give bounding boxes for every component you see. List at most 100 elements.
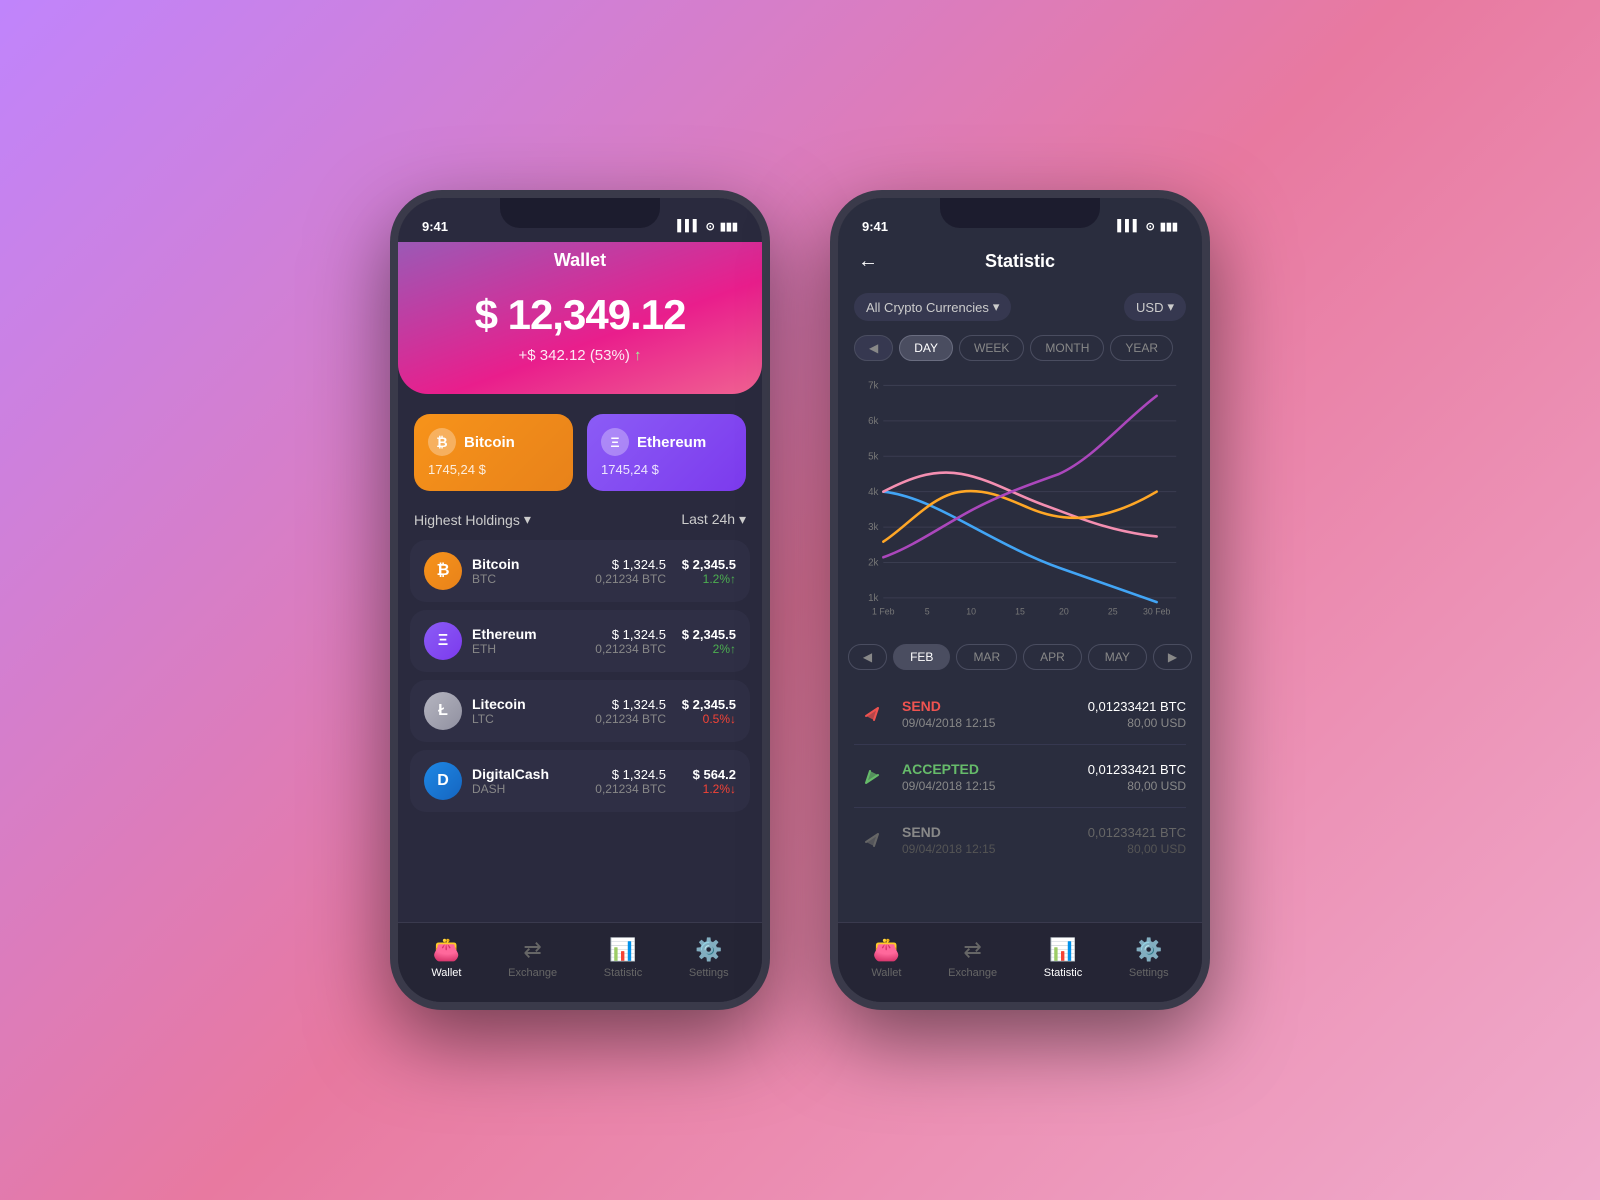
nav-settings-stat[interactable]: ⚙️ Settings bbox=[1117, 931, 1181, 985]
month-apr[interactable]: APR bbox=[1023, 644, 1082, 670]
tx-item-send1[interactable]: SEND 09/04/2018 12:15 0,01233421 BTC 80,… bbox=[854, 684, 1186, 745]
time-tab-week[interactable]: WEEK bbox=[959, 335, 1024, 361]
tx-amount-send1: 0,01233421 BTC 80,00 USD bbox=[1088, 699, 1186, 730]
ethereum-icon: Ξ bbox=[601, 428, 629, 456]
svg-text:7k: 7k bbox=[868, 380, 879, 391]
send-icon-1 bbox=[854, 696, 890, 732]
signal-icon-stat: ▌▌▌ bbox=[1117, 220, 1140, 232]
nav-statistic-stat[interactable]: 📊 Statistic bbox=[1032, 931, 1095, 985]
holdings-dropdown-icon: ▾ bbox=[524, 511, 531, 528]
time-tab-all[interactable]: ◀ bbox=[854, 335, 893, 361]
month-next[interactable]: ▶ bbox=[1153, 644, 1192, 670]
wallet-header: Wallet $ 12,349.12 +$ 342.12 (53%) ↑ bbox=[398, 242, 762, 394]
status-time-wallet: 9:41 bbox=[422, 219, 448, 234]
eth-price: $ 1,324.5 0,21234 BTC bbox=[595, 627, 666, 656]
btc-name: Bitcoin bbox=[472, 556, 585, 572]
svg-text:5k: 5k bbox=[868, 451, 879, 462]
eth-change: $ 2,345.5 2%↑ bbox=[676, 627, 736, 656]
filter-dropdown-icon: ▾ bbox=[993, 299, 1000, 315]
holdings-title[interactable]: Highest Holdings ▾ bbox=[414, 511, 531, 528]
nav-wallet[interactable]: 👛 Wallet bbox=[419, 931, 473, 985]
settings-nav-label-stat: Settings bbox=[1129, 967, 1169, 979]
bitcoin-icon: ₿ bbox=[428, 428, 456, 456]
status-icons-wallet: ▌▌▌ ⊙ ▮▮▮ bbox=[677, 220, 738, 233]
svg-text:25: 25 bbox=[1108, 606, 1118, 616]
status-time-stat: 9:41 bbox=[862, 219, 888, 234]
tx-type-accepted: ACCEPTED bbox=[902, 761, 1076, 777]
battery-icon-stat: ▮▮▮ bbox=[1160, 220, 1178, 233]
tx-date-send1: 09/04/2018 12:15 bbox=[902, 716, 1076, 730]
settings-nav-label: Settings bbox=[689, 967, 729, 979]
month-tabs: ◀ FEB MAR APR MAY ▶ bbox=[838, 638, 1202, 676]
nav-statistic[interactable]: 📊 Statistic bbox=[592, 931, 655, 985]
tx-item-accepted[interactable]: ACCEPTED 09/04/2018 12:15 0,01233421 BTC… bbox=[854, 747, 1186, 808]
bitcoin-card-name: Bitcoin bbox=[464, 434, 515, 451]
month-mar[interactable]: MAR bbox=[956, 644, 1017, 670]
tx-info-send1: SEND 09/04/2018 12:15 bbox=[902, 698, 1076, 730]
settings-nav-icon: ⚙️ bbox=[695, 937, 722, 963]
coin-item-ltc[interactable]: Ł Litecoin LTC $ 1,324.5 0,21234 BTC $ 2… bbox=[410, 680, 750, 742]
btc-price: $ 1,324.5 0,21234 BTC bbox=[595, 557, 666, 586]
month-prev[interactable]: ◀ bbox=[848, 644, 887, 670]
tx-crypto-send1: 0,01233421 BTC bbox=[1088, 699, 1186, 714]
dash-logo: D bbox=[424, 762, 462, 800]
holdings-header: Highest Holdings ▾ Last 24h ▾ bbox=[398, 507, 762, 540]
dash-price: $ 1,324.5 0,21234 BTC bbox=[595, 767, 666, 796]
nav-exchange[interactable]: ⇄ Exchange bbox=[496, 931, 569, 985]
time-tab-day[interactable]: DAY bbox=[899, 335, 953, 361]
holdings-time[interactable]: Last 24h ▾ bbox=[681, 511, 746, 528]
coin-item-dash[interactable]: D DigitalCash DASH $ 1,324.5 0,21234 BTC… bbox=[410, 750, 750, 812]
nav-wallet-stat[interactable]: 👛 Wallet bbox=[859, 931, 913, 985]
wifi-icon-stat: ⊙ bbox=[1146, 220, 1155, 233]
dash-info: DigitalCash DASH bbox=[472, 766, 585, 796]
wallet-nav-label-stat: Wallet bbox=[871, 967, 901, 979]
unit-dropdown-icon: ▾ bbox=[1167, 299, 1174, 315]
statistic-nav-label-stat: Statistic bbox=[1044, 967, 1083, 979]
tx-usd-send1: 80,00 USD bbox=[1088, 716, 1186, 730]
bottom-nav-stat: 👛 Wallet ⇄ Exchange 📊 Statistic ⚙️ Setti… bbox=[838, 922, 1202, 1002]
eth-logo: Ξ bbox=[424, 622, 462, 660]
tx-info-send2: SEND 09/04/2018 12:15 bbox=[902, 824, 1076, 856]
coin-list: ₿ Bitcoin BTC $ 1,324.5 0,21234 BTC $ 2,… bbox=[398, 540, 762, 812]
tx-item-send2[interactable]: SEND 09/04/2018 12:15 0,01233421 BTC 80,… bbox=[854, 810, 1186, 870]
tx-usd-send2: 80,00 USD bbox=[1088, 842, 1186, 856]
time-tab-year[interactable]: YEAR bbox=[1110, 335, 1173, 361]
tx-info-accepted: ACCEPTED 09/04/2018 12:15 bbox=[902, 761, 1076, 793]
ltc-name: Litecoin bbox=[472, 696, 585, 712]
dash-abbr: DASH bbox=[472, 782, 585, 796]
back-button[interactable]: ← bbox=[858, 250, 878, 273]
svg-text:6k: 6k bbox=[868, 416, 879, 427]
month-may[interactable]: MAY bbox=[1088, 644, 1147, 670]
notch-stat bbox=[940, 198, 1100, 228]
svg-text:4k: 4k bbox=[868, 487, 879, 498]
exchange-nav-icon: ⇄ bbox=[523, 937, 541, 963]
dash-name: DigitalCash bbox=[472, 766, 585, 782]
change-arrow: ↑ bbox=[634, 347, 642, 364]
unit-filter[interactable]: USD ▾ bbox=[1124, 293, 1186, 321]
svg-text:1k: 1k bbox=[868, 593, 879, 604]
coin-item-btc[interactable]: ₿ Bitcoin BTC $ 1,324.5 0,21234 BTC $ 2,… bbox=[410, 540, 750, 602]
tx-crypto-accepted: 0,01233421 BTC bbox=[1088, 762, 1186, 777]
month-feb[interactable]: FEB bbox=[893, 644, 950, 670]
svg-text:15: 15 bbox=[1015, 606, 1025, 616]
nav-exchange-stat[interactable]: ⇄ Exchange bbox=[936, 931, 1009, 985]
btc-change: $ 2,345.5 1.2%↑ bbox=[676, 557, 736, 586]
ltc-info: Litecoin LTC bbox=[472, 696, 585, 726]
wifi-icon: ⊙ bbox=[706, 220, 715, 233]
settings-nav-icon-stat: ⚙️ bbox=[1135, 937, 1162, 963]
ethereum-card[interactable]: Ξ Ethereum 1745,24 $ bbox=[587, 414, 746, 491]
bitcoin-card[interactable]: ₿ Bitcoin 1745,24 $ bbox=[414, 414, 573, 491]
btc-info: Bitcoin BTC bbox=[472, 556, 585, 586]
time-tab-month[interactable]: MONTH bbox=[1030, 335, 1104, 361]
statistic-nav-icon: 📊 bbox=[609, 937, 636, 963]
send-icon-2 bbox=[854, 822, 890, 858]
exchange-nav-label: Exchange bbox=[508, 967, 557, 979]
nav-settings[interactable]: ⚙️ Settings bbox=[677, 931, 741, 985]
tx-type-send2: SEND bbox=[902, 824, 1076, 840]
accepted-icon bbox=[854, 759, 890, 795]
svg-text:1 Feb: 1 Feb bbox=[872, 606, 894, 616]
coin-item-eth[interactable]: Ξ Ethereum ETH $ 1,324.5 0,21234 BTC $ 2… bbox=[410, 610, 750, 672]
crypto-cards: ₿ Bitcoin 1745,24 $ Ξ Ethereum 1745,24 $ bbox=[398, 394, 762, 507]
currency-filter[interactable]: All Crypto Currencies ▾ bbox=[854, 293, 1011, 321]
wallet-nav-icon-stat: 👛 bbox=[873, 937, 900, 963]
